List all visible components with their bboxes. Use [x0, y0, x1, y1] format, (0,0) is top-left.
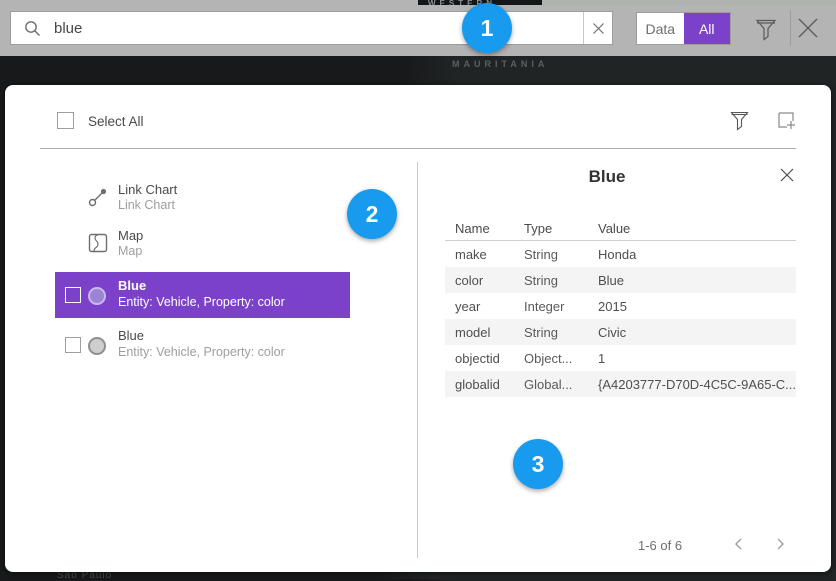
pagination-next-icon[interactable] — [772, 536, 788, 552]
search-toolbar: Data All — [0, 5, 836, 56]
map-label-mauritania: MAURITANIA — [452, 59, 548, 69]
detail-title: Blue — [418, 167, 796, 187]
callout-3: 3 — [513, 439, 563, 489]
scope-option-data[interactable]: Data — [637, 13, 684, 44]
select-all-checkbox[interactable] — [57, 112, 74, 129]
map-icon — [88, 233, 108, 253]
list-detail-divider — [417, 162, 418, 558]
col-header-value: Value — [598, 221, 796, 236]
search-clear-icon[interactable] — [583, 12, 612, 44]
callout-2: 2 — [347, 189, 397, 239]
cell-type: Global... — [524, 377, 598, 392]
callout-1: 1 — [462, 3, 512, 53]
list-item-subtitle: Map — [118, 244, 142, 258]
scope-toggle: Data All — [636, 12, 731, 45]
table-row: color String Blue — [445, 267, 796, 293]
list-item-title: Link Chart — [118, 182, 177, 197]
attribute-table: Name Type Value make String Honda color … — [445, 217, 796, 397]
cell-value: {A4203777-D70D-4C5C-9A65-C... — [598, 377, 796, 392]
filter-icon[interactable] — [730, 110, 749, 131]
toolbar-filter-icon[interactable] — [755, 17, 777, 41]
select-all-label: Select All — [88, 114, 144, 129]
col-header-type: Type — [524, 221, 598, 236]
pagination-prev-icon[interactable] — [731, 536, 747, 552]
link-chart-icon — [88, 187, 108, 207]
list-item-subtitle: Link Chart — [118, 198, 175, 212]
cell-name: objectid — [455, 351, 524, 366]
cell-value: Honda — [598, 247, 796, 262]
cell-name: year — [455, 299, 524, 314]
cell-type: String — [524, 325, 598, 340]
cell-value: Blue — [598, 273, 796, 288]
list-item-subtitle: Entity: Vehicle, Property: color — [118, 345, 285, 359]
scope-option-all[interactable]: All — [684, 13, 731, 44]
table-row: objectid Object... 1 — [445, 345, 796, 371]
col-header-name: Name — [455, 221, 524, 236]
list-item-title: Blue — [118, 278, 146, 293]
toolbar-close-icon[interactable] — [796, 16, 820, 40]
entity-dot-icon — [88, 287, 106, 305]
search-icon — [24, 20, 41, 37]
row-checkbox[interactable] — [65, 337, 81, 353]
cell-type: String — [524, 273, 598, 288]
row-checkbox[interactable] — [65, 287, 81, 303]
pagination-label: 1-6 of 6 — [638, 538, 682, 553]
cell-name: color — [455, 273, 524, 288]
toolbar-divider — [790, 10, 791, 46]
search-results-panel: Select All Link Chart Link Chart Map Map… — [5, 85, 831, 572]
table-header-row: Name Type Value — [445, 217, 796, 241]
table-row: year Integer 2015 — [445, 293, 796, 319]
cell-type: Object... — [524, 351, 598, 366]
entity-dot-icon — [88, 337, 106, 355]
table-row: model String Civic — [445, 319, 796, 345]
cell-type: String — [524, 247, 598, 262]
list-item-subtitle: Entity: Vehicle, Property: color — [118, 295, 285, 309]
cell-name: make — [455, 247, 524, 262]
cell-value: 2015 — [598, 299, 796, 314]
cell-value: 1 — [598, 351, 796, 366]
table-row: globalid Global... {A4203777-D70D-4C5C-9… — [445, 371, 796, 397]
detail-close-icon[interactable] — [778, 166, 796, 184]
cell-name: globalid — [455, 377, 524, 392]
cell-type: Integer — [524, 299, 598, 314]
add-to-selection-icon[interactable] — [776, 110, 798, 132]
cell-value: Civic — [598, 325, 796, 340]
cell-name: model — [455, 325, 524, 340]
list-item-title: Blue — [118, 328, 144, 343]
table-row: make String Honda — [445, 241, 796, 267]
list-item-blue[interactable]: Blue Entity: Vehicle, Property: color — [55, 323, 350, 369]
header-divider — [40, 148, 796, 149]
search-box[interactable] — [10, 11, 613, 45]
list-item-blue-selected[interactable]: Blue Entity: Vehicle, Property: color — [55, 272, 350, 318]
list-item-title: Map — [118, 228, 143, 243]
